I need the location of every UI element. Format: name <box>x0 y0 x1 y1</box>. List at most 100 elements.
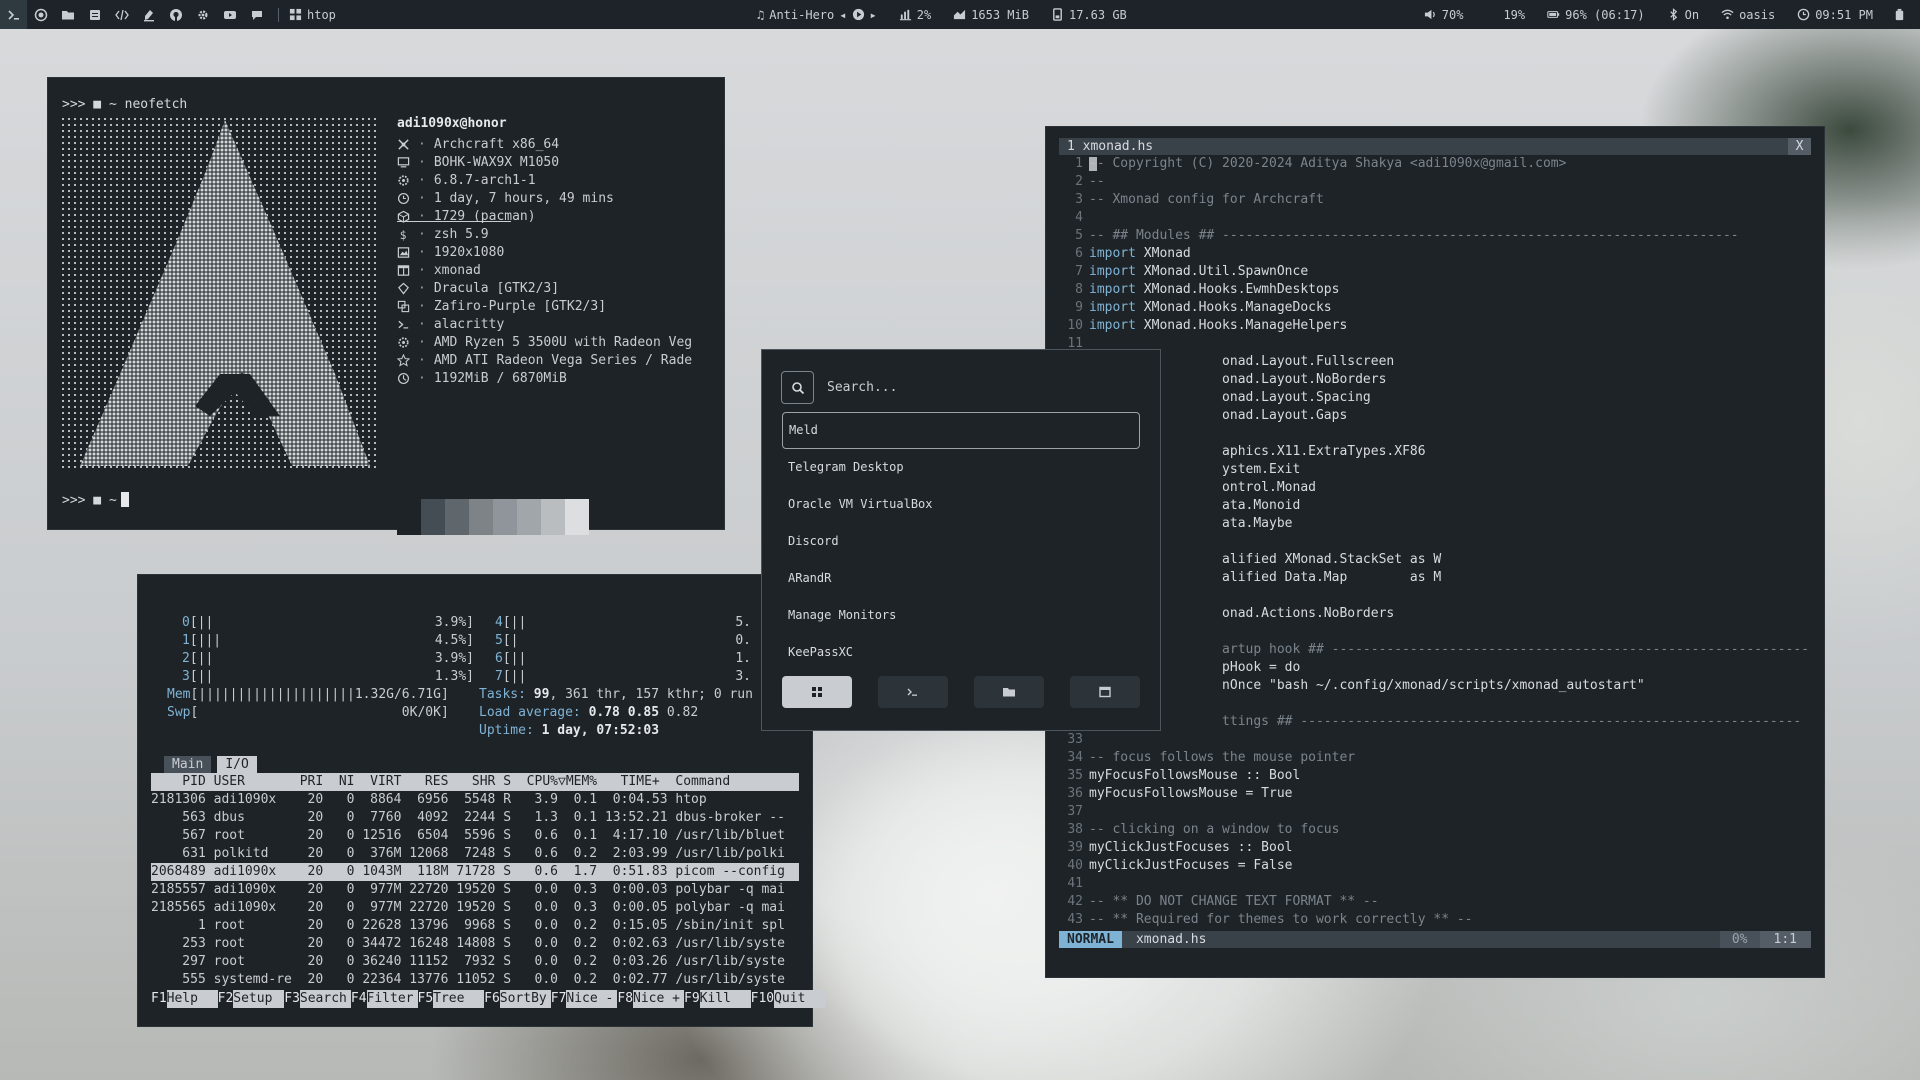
brightness-value: 19% <box>1503 7 1526 22</box>
code-text: myClickJustFocuses = False <box>1089 858 1293 873</box>
launcher-search[interactable]: Search... <box>781 371 897 404</box>
fkey-action[interactable]: Nice + <box>633 990 684 1008</box>
process-row[interactable]: 555 systemd-re 20 0 22364 13776 11052 S … <box>151 971 799 989</box>
process-row[interactable]: 567 root 20 0 12516 6504 5596 S 0.6 0.1 … <box>151 827 799 845</box>
process-row[interactable]: 297 root 20 0 36240 11152 7932 S 0.0 0.2… <box>151 953 799 971</box>
wifi-module[interactable]: oasis <box>1721 8 1775 22</box>
clock-value: 09:51 PM <box>1815 7 1873 22</box>
browser-icon[interactable] <box>27 0 54 29</box>
code-icon[interactable] <box>108 0 135 29</box>
prev-track-icon[interactable]: ◂ <box>839 8 846 22</box>
launcher-item[interactable]: KeePassXC <box>782 634 1140 671</box>
wifi-icon <box>1721 9 1734 20</box>
code-comment: ttings ## ------------------------------… <box>1089 714 1802 729</box>
youtube-icon[interactable] <box>216 0 243 29</box>
bluetooth-value: On <box>1684 7 1700 22</box>
fkey-action[interactable]: Setup <box>233 990 285 1008</box>
launcher-item[interactable]: Meld <box>782 412 1140 449</box>
close-tab-button[interactable]: X <box>1788 138 1811 155</box>
brightness-module[interactable]: 19% <box>1485 8 1525 22</box>
editor-statusline: NORMAL xmonad.hs 0% 1:1 <box>1059 931 1811 948</box>
line-number: 34 <box>1067 750 1083 765</box>
terminal-prompt-active[interactable]: >>> ■ ~ <box>62 492 129 510</box>
line-number: 33 <box>1067 732 1083 747</box>
swp-label: Swp <box>167 705 191 720</box>
power-module[interactable] <box>1893 8 1906 21</box>
line-number: 10 <box>1067 318 1083 333</box>
cpu-meter: 4 [|| 5. <box>495 614 751 632</box>
system-info-value: AMD Ryzen 5 3500U with Radeon Veg <box>433 335 693 350</box>
line-number: 1 <box>1075 156 1083 171</box>
code-line: 3 -- Xmonad config for Archcraft <box>1059 191 1324 209</box>
system-info-row: · 1920x1080 <box>397 244 504 262</box>
paint-icon[interactable] <box>135 0 162 29</box>
vim-editor-window[interactable]: 1 xmonad.hs X 1 -- Copyright (C) 2020-202… <box>1046 127 1824 977</box>
fkey-action[interactable]: Help <box>166 990 218 1008</box>
process-row[interactable]: 631 polkitd 20 0 376M 12068 7248 S 0.6 0… <box>151 845 799 863</box>
volume-value: 70% <box>1441 7 1464 22</box>
fkey-action[interactable]: Tree <box>433 990 485 1008</box>
run-mode-button[interactable] <box>878 676 948 708</box>
line-number: 6 <box>1075 246 1083 261</box>
separator-dot: · <box>418 263 426 278</box>
fkey-action[interactable]: Nice - <box>566 990 618 1008</box>
tab-io[interactable]: I/O <box>217 756 257 773</box>
launcher-item[interactable]: ARandR <box>782 560 1140 597</box>
music-module[interactable]: ♫ Anti-Hero ◂ ▸ <box>757 8 877 22</box>
launcher-item[interactable]: Discord <box>782 523 1140 560</box>
system-info-row: · 1 day, 7 hours, 49 mins <box>397 190 614 208</box>
fkey-action[interactable]: Kill <box>699 990 751 1008</box>
system-info-value: Archcraft x86_64 <box>433 137 560 152</box>
bluetooth-module[interactable]: On <box>1667 8 1699 22</box>
chat-icon[interactable] <box>243 0 270 29</box>
fkey-number: F4 <box>350 991 367 1006</box>
process-table-header[interactable]: PID USER PRI NI VIRT RES SHR S CPU%▽MEM%… <box>151 773 799 791</box>
process-row[interactable]: 1 root 20 0 22628 13796 9968 S 0.0 0.2 0… <box>151 917 799 935</box>
neofetch-terminal[interactable]: >>> ■ ~ neofetch adi1090x@honor · Archcra… <box>48 78 724 535</box>
tab-xmonad[interactable]: 1 xmonad.hs <box>1059 139 1153 154</box>
launcher-item[interactable]: Telegram Desktop <box>782 449 1140 486</box>
fkey-action[interactable]: Quit <box>774 990 826 1008</box>
process-row[interactable]: 253 root 20 0 34472 16248 14808 S 0.0 0.… <box>151 935 799 953</box>
cpu-percent: 5. <box>735 615 751 630</box>
text-editor-icon[interactable] <box>81 0 108 29</box>
folder-icon[interactable] <box>54 0 81 29</box>
code-line: 5 -- ## Modules ## ----------------------… <box>1059 227 1738 245</box>
volume-module[interactable]: 70% <box>1424 7 1464 22</box>
clock-module[interactable]: 09:51 PM <box>1797 8 1873 22</box>
fkey-action[interactable]: SortBy <box>499 990 551 1008</box>
process-row[interactable]: 2181306 adi1090x 20 0 8864 6956 5548 R 3… <box>151 791 799 809</box>
play-icon[interactable] <box>852 8 865 21</box>
cpu-bar: [|| <box>189 669 214 684</box>
settings-icon[interactable] <box>189 0 216 29</box>
launcher-item[interactable]: Oracle VM VirtualBox <box>782 486 1140 523</box>
process-row[interactable]: 563 dbus 20 0 7760 4092 2244 S 1.3 0.1 1… <box>151 809 799 827</box>
keyword: import <box>1089 318 1136 333</box>
statusline-filename: xmonad.hs <box>1135 932 1207 947</box>
workspace-indicator[interactable]: htop <box>289 8 336 22</box>
process-row[interactable]: 2068489 adi1090x 20 0 1043M 118M 71728 S… <box>151 863 799 881</box>
line-number: 38 <box>1067 822 1083 837</box>
code-line: 1 -- Copyright (C) 2020-2024 Aditya Shaky… <box>1059 155 1566 173</box>
windows-mode-button[interactable] <box>1070 676 1140 708</box>
files-mode-button[interactable] <box>974 676 1044 708</box>
system-info-value: BOHK-WAX9X M1050 <box>433 155 560 170</box>
gpu-icon <box>397 354 411 368</box>
github-icon[interactable] <box>162 0 189 29</box>
apps-mode-button[interactable] <box>782 676 852 708</box>
memory-module: 1653 MiB <box>953 8 1029 22</box>
system-info-value: 1920x1080 <box>433 245 505 260</box>
terminal-launcher-icon[interactable] <box>0 0 27 29</box>
line-number: 4 <box>1075 210 1083 225</box>
tab-main[interactable]: Main <box>164 756 212 773</box>
launcher-item[interactable]: Manage Monitors <box>782 597 1140 634</box>
process-row[interactable]: 2185565 adi1090x 20 0 977M 22720 19520 S… <box>151 899 799 917</box>
next-track-icon[interactable]: ▸ <box>870 8 877 22</box>
process-row[interactable]: 2185557 adi1090x 20 0 977M 22720 19520 S… <box>151 881 799 899</box>
os-icon <box>397 138 411 152</box>
disk-value: 17.63 GB <box>1068 7 1127 22</box>
htop-terminal[interactable]: 0 [|| 3.9%] 1 [||| 4.5%] 2 [|| 3.9%] 3 [|| 1.3%] 4[… <box>138 575 826 1026</box>
search-input[interactable]: Search... <box>827 380 897 395</box>
fkey-action[interactable]: Filter <box>366 990 418 1008</box>
fkey-action[interactable]: Search <box>299 990 351 1008</box>
